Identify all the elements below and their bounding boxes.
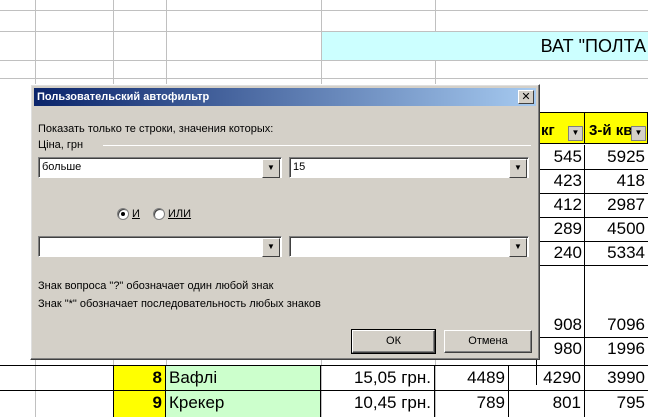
- value-combo-1[interactable]: 15 ▼: [289, 157, 529, 178]
- dropdown-arrow-icon[interactable]: ▼: [568, 126, 583, 141]
- header-cell-d[interactable]: кг ▼: [536, 112, 585, 144]
- chevron-down-icon[interactable]: ▼: [509, 159, 527, 178]
- field-label: Ціна, грн: [38, 139, 84, 151]
- grid-line: [536, 217, 648, 218]
- product-name[interactable]: Вафлі: [166, 366, 321, 390]
- cell[interactable]: 289: [537, 217, 585, 241]
- cell[interactable]: 418: [584, 169, 648, 193]
- price-cell[interactable]: 15,05 грн.: [321, 366, 435, 390]
- value-combo-2[interactable]: ▼: [289, 236, 529, 257]
- chevron-down-icon[interactable]: ▼: [262, 159, 280, 178]
- cell[interactable]: 412: [537, 193, 585, 217]
- cell[interactable]: 908: [537, 313, 585, 337]
- price-cell[interactable]: 10,45 грн.: [321, 391, 435, 417]
- cell[interactable]: 789: [435, 391, 509, 417]
- grid-line: [536, 241, 648, 242]
- radio-or[interactable]: [153, 208, 165, 220]
- radio-or-label[interactable]: ИЛИ: [168, 207, 191, 221]
- cell[interactable]: 3990: [585, 366, 648, 390]
- close-icon[interactable]: ✕: [518, 90, 534, 104]
- cell[interactable]: 2987: [584, 193, 648, 217]
- cell[interactable]: 795: [585, 391, 648, 417]
- radio-and-label[interactable]: И: [132, 207, 140, 221]
- row-number[interactable]: 8: [113, 366, 166, 390]
- grid-line: [0, 78, 648, 79]
- dialog-titlebar[interactable]: Пользовательский автофильтр ✕: [34, 88, 536, 106]
- grid-line: [536, 337, 648, 338]
- cell[interactable]: 7096: [584, 313, 648, 337]
- grid-line: [536, 169, 648, 170]
- grid-line: [0, 10, 648, 11]
- operator-select-1[interactable]: больше ▼: [38, 157, 282, 178]
- dropdown-arrow-icon[interactable]: ▼: [631, 126, 646, 141]
- cell[interactable]: 980: [537, 337, 585, 361]
- cell[interactable]: 5334: [584, 241, 648, 265]
- value-combo-1-value: 15: [293, 161, 306, 173]
- group-divider: [103, 145, 531, 146]
- custom-autofilter-dialog: Пользовательский автофильтр ✕ Показать т…: [30, 84, 540, 360]
- cell[interactable]: 4290: [509, 366, 585, 390]
- cell[interactable]: 1996: [584, 337, 648, 361]
- operator-select-1-value: больше: [42, 161, 82, 173]
- hint-question-mark: Знак вопроса "?" обозначает один любой з…: [38, 280, 274, 292]
- cell[interactable]: 240: [537, 241, 585, 265]
- row-number[interactable]: 9: [113, 391, 166, 417]
- header-label-e: 3-й кв: [589, 122, 633, 139]
- cell[interactable]: 423: [537, 169, 585, 193]
- cell[interactable]: 4500: [584, 217, 648, 241]
- dialog-title: Пользовательский автофильтр: [37, 91, 210, 103]
- header-cell-e[interactable]: 3-й кв ▼: [584, 112, 648, 144]
- ok-button[interactable]: ОК: [351, 329, 436, 354]
- hint-asterisk: Знак "*" обозначает последовательность л…: [38, 298, 321, 310]
- sheet-title: ВАТ "ПОЛТА: [540, 36, 646, 56]
- cancel-button[interactable]: Отмена: [444, 330, 532, 353]
- cell[interactable]: 545: [537, 145, 585, 169]
- radio-and[interactable]: [117, 208, 129, 220]
- grid-line: [536, 265, 648, 266]
- operator-select-2[interactable]: ▼: [38, 236, 282, 257]
- grid-line: [0, 60, 648, 61]
- grid-line: [536, 193, 648, 194]
- product-name[interactable]: Крекер: [166, 391, 321, 417]
- header-label-d: кг: [541, 122, 555, 139]
- cell[interactable]: 5925: [584, 145, 648, 169]
- chevron-down-icon[interactable]: ▼: [509, 238, 527, 257]
- chevron-down-icon[interactable]: ▼: [262, 238, 280, 257]
- cell[interactable]: 801: [509, 391, 585, 417]
- prompt-label: Показать только те строки, значения кото…: [38, 123, 274, 135]
- cell[interactable]: 4489: [435, 366, 509, 390]
